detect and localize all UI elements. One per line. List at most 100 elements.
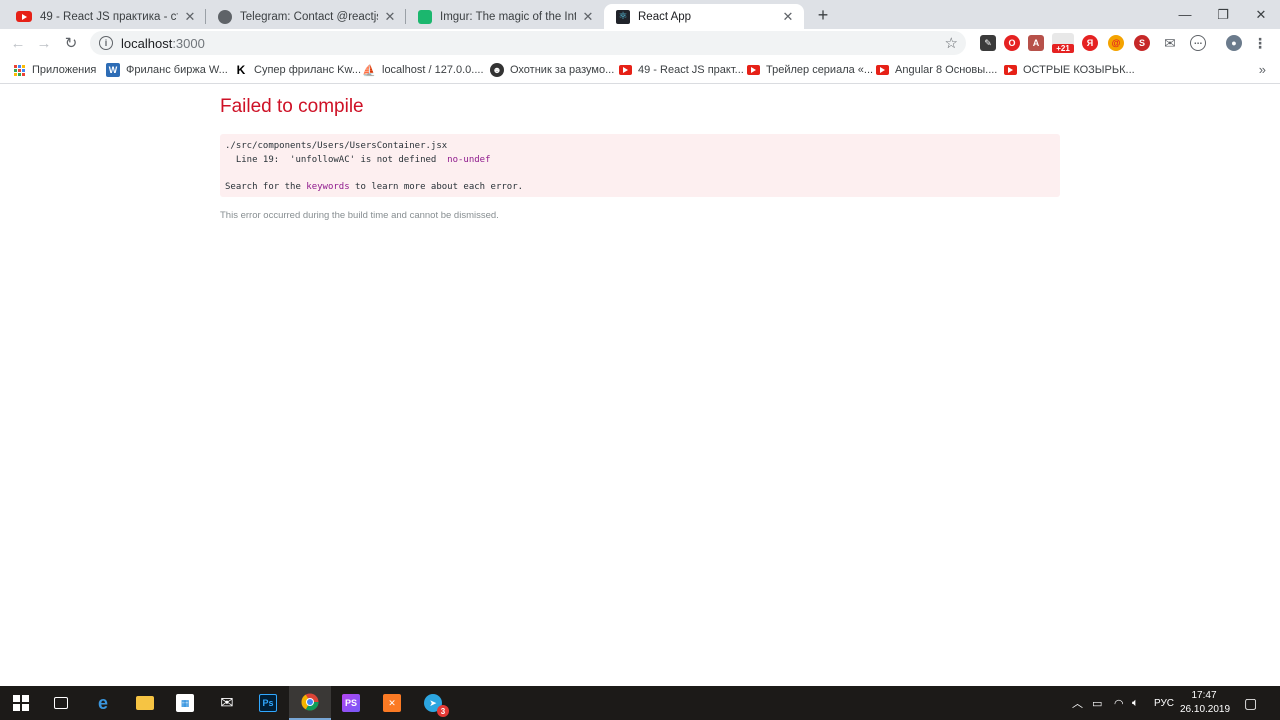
bookmark-youtube-react[interactable]: 49 - React JS практ... [619, 62, 744, 78]
minimize-button[interactable]: — [1166, 0, 1204, 29]
maximize-button[interactable]: ❐ [1204, 0, 1242, 29]
avatar-icon: ☻ [490, 63, 504, 77]
back-button[interactable]: ← [8, 33, 28, 53]
language-indicator[interactable]: РУС [1154, 686, 1174, 720]
tab-title: Imgur: The magic of the Internet [440, 10, 576, 23]
telegram-badge: 3 [437, 705, 449, 717]
photoshop-icon: Ps [259, 694, 277, 712]
error-title: Failed to compile [220, 96, 364, 117]
taskbar-edge[interactable]: e [82, 686, 124, 720]
menu-kebab-icon[interactable]: ⋮ [1252, 35, 1268, 51]
lastpass-icon[interactable]: S [1134, 35, 1150, 51]
system-clock[interactable]: 17:47 26.10.2019 [1180, 689, 1230, 717]
task-view-button[interactable] [40, 686, 82, 720]
youtube-icon [1004, 65, 1017, 75]
opera-vpn-icon[interactable]: O [1004, 35, 1020, 51]
close-tab-icon[interactable]: ✕ [182, 9, 198, 25]
bookmark-localhost[interactable]: ⛵ localhost / 127.0.0.... [362, 62, 484, 78]
mail-icon: ✉ [220, 695, 234, 712]
telegram-icon: ➤ 3 [424, 694, 449, 717]
volume-icon[interactable]: 🔈︎ [1132, 686, 1139, 720]
bookmarks-bar: Приложения W Фриланс биржа W... K Супер … [0, 57, 1280, 84]
error-line: Line 19: 'unfollowAC' is not defined [225, 154, 448, 165]
page-content: Failed to compile ./src/components/Users… [0, 85, 1280, 686]
info-icon[interactable]: i [99, 36, 113, 50]
bookmark-star-icon[interactable]: ☆ [945, 34, 958, 52]
tab-title: React App [638, 10, 692, 23]
tab-telegram[interactable]: Telegram: Contact @reactjs_sam ✕ [206, 4, 406, 29]
phpstorm-icon: PS [342, 694, 360, 712]
taskbar-phpstorm[interactable]: PS [330, 686, 372, 720]
bookmark-freelance-w[interactable]: W Фриланс биржа W... [106, 62, 228, 78]
tab-title: 49 - React JS практика - страниц [40, 10, 178, 23]
bookmark-youtube-ostrye[interactable]: ОСТРЫЕ КОЗЫРЬК... [1004, 62, 1135, 78]
chrome-icon [301, 693, 319, 711]
profile-avatar[interactable]: ● [1226, 35, 1242, 51]
youtube-icon [16, 11, 32, 22]
store-icon: ▦ [176, 694, 194, 712]
forward-button[interactable]: → [34, 33, 54, 53]
xampp-icon: ✕ [383, 694, 401, 712]
windows-taskbar: e ▦ ✉ Ps PS ✕ ➤ 3 ︿ ▭ ◠ 🔈︎ РУС 17:47 26.… [0, 686, 1280, 720]
bookmarks-overflow-icon[interactable]: » [1259, 62, 1266, 77]
bookmark-youtube-angular[interactable]: Angular 8 Основы.... [876, 62, 997, 78]
extension-eyedropper-icon[interactable]: ✎ [980, 35, 996, 51]
youtube-icon [619, 65, 632, 75]
task-view-icon [54, 697, 68, 709]
w-icon: W [106, 63, 120, 77]
url-text[interactable]: localhost:3000 [121, 36, 205, 51]
globe-icon [218, 9, 232, 24]
browser-toolbar: ← → ↻ i localhost:3000 ☆ ✎ O A +21 Я @ S… [0, 29, 1280, 57]
notifications-icon[interactable]: ▢ [1244, 686, 1257, 720]
start-button[interactable] [0, 686, 42, 720]
search-hint-suffix: to learn more about each error. [349, 181, 524, 192]
close-tab-icon[interactable]: ✕ [580, 9, 596, 25]
extension-circle-icon[interactable]: ⋯ [1190, 35, 1206, 51]
bookmark-apps[interactable]: Приложения [12, 62, 96, 78]
youtube-icon [747, 65, 760, 75]
tab-youtube-react[interactable]: 49 - React JS практика - страниц ✕ [4, 4, 206, 29]
taskbar-chrome[interactable] [289, 686, 331, 720]
close-tab-icon[interactable]: ✕ [382, 9, 398, 25]
yandex-ext-icon[interactable]: @ [1108, 35, 1124, 51]
bookmark-hunter[interactable]: ☻ Охотник за разумо... [490, 62, 614, 78]
taskbar-telegram[interactable]: ➤ 3 [412, 686, 454, 720]
error-file: ./src/components/Users/UsersContainer.js… [225, 141, 448, 151]
bookmark-kwork[interactable]: K Супер фриланс Kw... [234, 62, 361, 78]
taskbar-mail[interactable]: ✉ [206, 686, 248, 720]
error-rule: no-undef [447, 154, 491, 165]
search-hint-prefix: Search for the [225, 181, 307, 192]
tab-strip: 49 - React JS практика - страниц ✕ Teleg… [0, 0, 1280, 29]
error-footer: This error occurred during the build tim… [220, 210, 499, 221]
extension-badge-icon[interactable]: +21 [1052, 33, 1074, 53]
bookmark-youtube-trailer[interactable]: Трейлер сериала «... [747, 62, 873, 78]
taskbar-explorer[interactable] [124, 686, 166, 720]
edge-icon: e [97, 692, 108, 713]
new-tab-button[interactable]: + [812, 4, 834, 26]
taskbar-photoshop[interactable]: Ps [247, 686, 289, 720]
kwork-icon: K [234, 63, 248, 77]
wifi-icon[interactable]: ◠ [1114, 686, 1124, 720]
address-bar[interactable]: i localhost:3000 ☆ [90, 31, 966, 55]
tab-title: Telegram: Contact @reactjs_sam [240, 10, 378, 23]
taskbar-xampp[interactable]: ✕ [371, 686, 413, 720]
pdf-icon[interactable]: A [1028, 35, 1044, 51]
taskbar-store[interactable]: ▦ [164, 686, 206, 720]
youtube-icon [876, 65, 889, 75]
mail-icon[interactable]: ✉ [1162, 35, 1178, 51]
close-window-button[interactable]: ✕ [1242, 0, 1280, 29]
phpmyadmin-icon: ⛵ [362, 63, 376, 77]
close-tab-icon[interactable]: ✕ [780, 9, 796, 25]
reload-button[interactable]: ↻ [61, 33, 81, 53]
apps-grid-icon [12, 63, 26, 77]
tab-imgur[interactable]: Imgur: The magic of the Internet ✕ [406, 4, 604, 29]
react-icon: ⚛ [616, 9, 630, 24]
error-details: ./src/components/Users/UsersContainer.js… [220, 134, 1060, 197]
folder-icon [136, 696, 154, 710]
yandex-icon[interactable]: Я [1082, 35, 1098, 51]
tray-chevron-icon[interactable]: ︿ [1072, 686, 1083, 720]
tab-react-app[interactable]: ⚛ React App ✕ [604, 4, 804, 29]
battery-icon[interactable]: ▭ [1092, 686, 1102, 720]
imgur-icon [418, 9, 432, 24]
windows-logo-icon [12, 694, 30, 712]
